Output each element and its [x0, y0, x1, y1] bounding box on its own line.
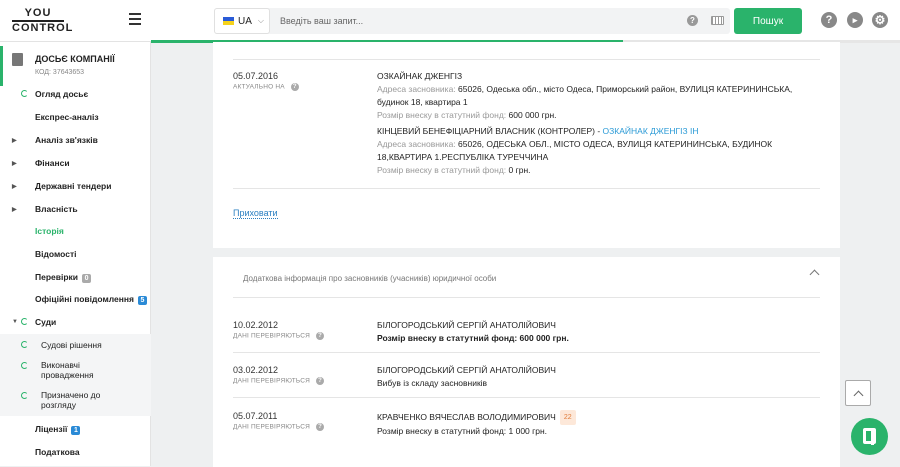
sidebar-item-overview[interactable]: Огляд досьє — [0, 83, 151, 105]
sidebar-item-finance[interactable]: ▶ Фінанси — [0, 152, 151, 174]
loading-icon — [21, 392, 28, 399]
founder-name: БІЛОГОРОДСЬКИЙ СЕРГІЙ АНАТОЛІЙОВИЧ — [377, 365, 556, 375]
address-label: Адреса засновника: — [377, 84, 456, 94]
divider — [233, 397, 820, 398]
dossier-header[interactable]: ДОСЬЄ КОМПАНІЇ КОД: 37643653 — [0, 46, 151, 86]
gear-icon[interactable]: ⚙ — [872, 12, 888, 28]
sidebar-item-history[interactable]: Історія — [0, 220, 151, 242]
record-date-label: АКТУАЛЬНО НА? — [233, 83, 299, 91]
sidebar-item-tenders[interactable]: ▶ Державні тендери — [0, 175, 151, 197]
history-card: 05.07.2016 АКТУАЛЬНО НА? ОЗКАЙНАК ДЖЕНГІ… — [213, 42, 840, 248]
fund-value: 600 000 грн. — [508, 110, 557, 120]
count-badge: 1 — [71, 425, 81, 435]
sidebar-item-licenses[interactable]: Ліцензії 1 — [0, 418, 151, 440]
caret-right-icon: ▶ — [12, 137, 17, 144]
question-icon[interactable]: ? — [821, 12, 837, 28]
company-icon — [12, 53, 23, 66]
language-label: UA — [238, 15, 252, 27]
info-icon[interactable]: ? — [316, 423, 325, 431]
megaphone-icon[interactable]: ▸ — [847, 12, 863, 28]
address-label: Адреса засновника: — [377, 139, 456, 149]
top-bar: YOU CONTROL UA ⌵ ? Пошук ? ▸ ⚙ — [0, 0, 900, 42]
chevron-down-icon: ⌵ — [257, 16, 264, 25]
sidebar-item-notices[interactable]: Офіційні повідомлення 5 — [0, 288, 151, 310]
keyboard-icon[interactable] — [711, 16, 724, 25]
founder-row: КРАВЧЕНКО ВЯЧЕСЛАВ ВОЛОДИМИРОВИЧ 22 Розмі… — [377, 410, 817, 438]
search-input[interactable] — [274, 8, 664, 34]
founder-detail: Розмір внеску в статутний фонд: 1 000 гр… — [377, 426, 548, 436]
search-bar: UA ⌵ ? — [214, 8, 730, 34]
sidebar-sub-scheduled[interactable]: Призначено до розгляду — [0, 386, 151, 416]
sidebar-item-info[interactable]: Відомості — [0, 243, 151, 265]
loading-icon — [21, 318, 28, 325]
beneficiary-title: КІНЦЕВИЙ БЕНЕФІЦІАРНИЙ ВЛАСНИК (КОНТРОЛЕ… — [377, 126, 601, 136]
sidebar-item-tax[interactable]: Податкова — [0, 441, 151, 463]
logo-bottom: CONTROL — [12, 20, 74, 34]
chevron-up-icon — [853, 390, 864, 401]
loading-icon — [21, 362, 28, 369]
scroll-top-button[interactable] — [845, 380, 871, 406]
caret-right-icon: ▶ — [12, 160, 17, 167]
founder-detail: Розмір внеску в статутний фонд: 600 000 … — [377, 333, 569, 343]
record-date: 05.07.2016 — [233, 71, 279, 81]
caret-down-icon: ▼ — [12, 319, 18, 325]
ukraine-flag-icon — [223, 17, 234, 25]
logo-top: YOU — [24, 7, 52, 19]
record-date-label: ДАНІ ПЕРЕВІРЯЮТЬСЯ? — [233, 423, 325, 431]
language-select[interactable]: UA ⌵ — [214, 8, 270, 34]
sidebar-item-links[interactable]: ▶ Аналіз зв'язків — [0, 129, 151, 151]
divider — [233, 188, 820, 189]
founder-detail: Вибув із складу засновників — [377, 378, 488, 388]
record-date: 10.02.2012 — [233, 320, 279, 330]
record-date: 03.02.2012 — [233, 365, 279, 375]
founder-record: ОЗКАЙНАК ДЖЕНГІЗ Адреса засновника: 6502… — [377, 70, 817, 122]
hide-link[interactable]: Приховати — [233, 208, 278, 219]
sidebar-item-express[interactable]: Експрес-аналіз — [0, 106, 151, 128]
record-date: 05.07.2011 — [233, 411, 278, 421]
sidebar-item-courts[interactable]: ▼ Суди — [0, 311, 151, 333]
info-icon[interactable]: ? — [290, 83, 299, 91]
beneficiary-link[interactable]: ОЗКАЙНАК ДЖЕНГІЗ ІН — [603, 126, 699, 136]
count-badge: 5 — [138, 295, 147, 305]
sidebar-item-property[interactable]: ▶ Власність — [0, 198, 151, 220]
founder-row: БІЛОГОРОДСЬКИЙ СЕРГІЙ АНАТОЛІЙОВИЧ Вибув… — [377, 364, 817, 390]
sidebar-sub-enforcement[interactable]: Виконавчі провадження — [0, 356, 151, 386]
divider — [233, 352, 820, 353]
founder-name: ОЗКАЙНАК ДЖЕНГІЗ — [377, 71, 463, 81]
founder-row: БІЛОГОРОДСЬКИЙ СЕРГІЙ АНАТОЛІЙОВИЧ Розмі… — [377, 319, 817, 345]
caret-right-icon: ▶ — [12, 183, 17, 190]
chat-icon — [863, 428, 876, 444]
info-icon[interactable]: ? — [316, 377, 325, 385]
info-icon[interactable]: ? — [316, 332, 325, 340]
record-date-label: ДАНІ ПЕРЕВІРЯЮТЬСЯ? — [233, 332, 325, 340]
chevron-up-icon[interactable] — [809, 269, 820, 280]
chat-button[interactable] — [851, 418, 888, 455]
sidebar: ДОСЬЄ КОМПАНІЇ КОД: 37643653 Огляд досьє… — [0, 42, 151, 466]
loading-icon — [21, 90, 28, 97]
search-button[interactable]: Пошук — [734, 8, 802, 34]
loading-icon — [21, 341, 28, 348]
count-badge: 0 — [82, 273, 92, 283]
divider — [233, 297, 820, 298]
founder-name: БІЛОГОРОДСЬКИЙ СЕРГІЙ АНАТОЛІЙОВИЧ — [377, 320, 556, 330]
beneficiary-record: КІНЦЕВИЙ БЕНЕФІЦІАРНИЙ ВЛАСНИК (КОНТРОЛЕ… — [377, 125, 817, 177]
fund-label: Розмір внеску в статутний фонд: — [377, 165, 507, 175]
count-badge: 22 — [559, 410, 576, 425]
dossier-code: КОД: 37643653 — [35, 69, 85, 76]
caret-right-icon: ▶ — [12, 206, 17, 213]
logo[interactable]: YOU CONTROL — [12, 7, 74, 34]
sidebar-sub-court-decisions[interactable]: Судові рішення — [0, 334, 151, 356]
dossier-title: ДОСЬЄ КОМПАНІЇ — [35, 54, 115, 64]
sidebar-item-checks[interactable]: Перевірки 0 — [0, 266, 151, 288]
section-title: Додаткова інформація про засновників (уч… — [243, 274, 497, 283]
menu-collapse-icon[interactable] — [129, 13, 141, 25]
help-icon[interactable]: ? — [687, 15, 698, 26]
additional-info-card: Додаткова інформація про засновників (уч… — [213, 257, 840, 467]
record-date-label: ДАНІ ПЕРЕВІРЯЮТЬСЯ? — [233, 377, 325, 385]
fund-value: 0 грн. — [508, 165, 531, 175]
founder-name: КРАВЧЕНКО ВЯЧЕСЛАВ ВОЛОДИМИРОВИЧ — [377, 411, 556, 422]
divider — [233, 59, 820, 60]
fund-label: Розмір внеску в статутний фонд: — [377, 110, 507, 120]
